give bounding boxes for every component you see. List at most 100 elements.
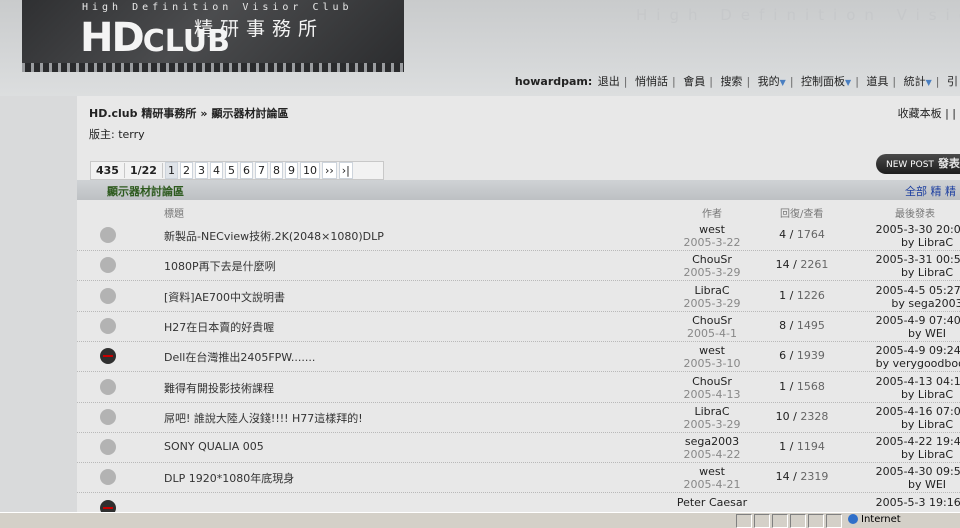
breadcrumb-forum[interactable]: 顯示器材討論區 [211, 107, 288, 120]
nav-control-panel-label: 控制面板 [801, 75, 846, 88]
last-post[interactable]: 2005-3-31 00:5:59by LibraC [872, 253, 960, 279]
author-name[interactable]: Peter Caesar [667, 496, 757, 509]
page-link[interactable]: 8 [269, 162, 283, 179]
thread-title-link[interactable]: [資料]AE700中文說明書 [164, 289, 285, 305]
thread-title-link[interactable]: DLP 1920*1080年底現身 [164, 470, 294, 486]
thread-title-link[interactable]: SONY QUALIA 005 [164, 440, 264, 453]
favorite-forum-link[interactable]: 收藏本板 | | [898, 105, 956, 121]
page-link[interactable]: 1 [164, 162, 178, 179]
last-post-time: 2005-4-16 07:0:08 [875, 405, 960, 418]
forum-title-bar: 顯示器材討論區 全部 精 精 [77, 180, 960, 200]
site-header: High Definition Visior Club HDCLUB 精研事務所… [0, 0, 960, 96]
page-link[interactable]: 10 [299, 162, 320, 179]
thread-status-icon [100, 227, 116, 243]
page-link[interactable]: 3 [194, 162, 208, 179]
table-row[interactable]: H27在日本賣的好貴喔 ChouSr 2005-4-1 8 / 1495 2005-4-… [77, 311, 960, 342]
thread-title-link[interactable]: Dell在台灣推出2405FPW....... [164, 349, 315, 365]
last-page-link[interactable]: ›| [338, 162, 353, 179]
reply-count: 1 [779, 289, 787, 302]
column-title: 標題 [164, 209, 184, 220]
thread-status-icon [100, 409, 116, 425]
thread-stats: 14 / 2261 [775, 258, 829, 271]
last-post[interactable]: 2005-4-5 05:27:27by sega2003 [872, 284, 960, 310]
post-date: 2005-4-13 [683, 388, 741, 401]
nav-search[interactable]: 搜索 [720, 75, 742, 88]
table-row[interactable]: 難得有開投影技術課程 ChouSr 2005-4-13 1 / 1568 2005-4-… [77, 372, 960, 403]
nav-separator: | [789, 75, 794, 88]
page-link[interactable]: 4 [209, 162, 223, 179]
page-link[interactable]: 7 [254, 162, 268, 179]
table-row[interactable]: 1080P再下去是什麼咧 ChouSr 2005-3-29 14 / 2261 2005… [77, 250, 960, 281]
last-post[interactable]: 2005-4-9 07:40:40by WEI [872, 314, 960, 340]
thread-title-link[interactable]: H27在日本賣的好貴喔 [164, 319, 274, 335]
moderator-info: 版主: terry [89, 128, 145, 141]
logo-hd-text: HD [80, 15, 145, 61]
nav-separator: | [623, 75, 628, 88]
author-name[interactable]: ChouSr [667, 253, 757, 266]
thread-title-link[interactable]: 1080P再下去是什麼咧 [164, 258, 276, 274]
nav-my[interactable]: 我的▼ [758, 75, 786, 88]
forum-title: 顯示器材討論區 [107, 185, 184, 198]
page-link[interactable]: 9 [284, 162, 298, 179]
author-name[interactable]: sega2003 [667, 435, 757, 448]
nav-separator: | [935, 75, 940, 88]
page-link[interactable]: 2 [179, 162, 193, 179]
table-row[interactable]: Dell在台灣推出2405FPW....... west 2005-3-10 6 / … [77, 341, 960, 372]
last-post[interactable]: 2005-4-9 09:24:24by verygoodboooo [872, 344, 960, 370]
author-name[interactable]: LibraC [667, 405, 757, 418]
new-post-en-label: NEW POST [886, 160, 934, 170]
reply-count: 1 [779, 440, 787, 453]
breadcrumb-home[interactable]: HD.club 精研事務所 [89, 107, 196, 120]
nav-control-panel[interactable]: 控制面板▼ [801, 75, 851, 88]
table-row[interactable]: [資料]AE700中文說明書 LibraC 2005-3-29 1 / 1226 200… [77, 281, 960, 312]
last-post[interactable]: 2005-4-22 19:4:44by LibraC [872, 435, 960, 461]
table-row[interactable]: 新製品-NECview技術.2K(2048×1080)DLP west 2005-3… [77, 220, 960, 251]
pagination: 435 1/22 1 2 3 4 5 6 7 8 9 10 ›› ›| [90, 161, 384, 180]
post-date: 2005-4-1 [687, 327, 737, 340]
new-post-button[interactable]: NEW POST發表表 [876, 154, 960, 174]
author-name[interactable]: LibraC [667, 284, 757, 297]
last-post[interactable]: 2005-3-30 20:0:02by LibraC [872, 223, 960, 249]
status-pane [790, 514, 806, 528]
nav-stats-label: 統計 [903, 75, 926, 88]
author-name[interactable]: west [667, 465, 757, 478]
nav-logout[interactable]: 退出 [598, 75, 620, 88]
nav-items[interactable]: 道具 [866, 75, 888, 88]
reply-count: 14 [775, 470, 790, 483]
page-link[interactable]: 6 [239, 162, 253, 179]
thread-status-icon [100, 288, 116, 304]
thread-filter-links[interactable]: 全部 精 精 [905, 183, 956, 199]
thread-author: ChouSr 2005-3-29 [667, 253, 757, 279]
nav-messages[interactable]: 悄悄話 [635, 75, 668, 88]
thread-status-icon [100, 257, 116, 273]
author-name[interactable]: west [667, 223, 757, 236]
username-link[interactable]: howardpam: [515, 75, 592, 88]
page-indicator: 1/22 [125, 163, 163, 178]
page-link[interactable]: 5 [224, 162, 238, 179]
last-post[interactable]: 2005-4-30 09:5:53by WEI [872, 465, 960, 491]
author-name[interactable]: west [667, 344, 757, 357]
last-post-time: 2005-3-30 20:0:02 [875, 223, 960, 236]
table-row[interactable]: SONY QUALIA 005 sega2003 2005-4-22 1 / 1194… [77, 432, 960, 463]
thread-title-link[interactable]: 屌吧! 誰說大陸人沒錢!!!! H77這樣拜的! [164, 410, 363, 426]
last-post[interactable]: 2005-4-13 04:1:18by LibraC [872, 375, 960, 401]
nav-members[interactable]: 會員 [683, 75, 705, 88]
thread-title-link[interactable]: 新製品-NECview技術.2K(2048×1080)DLP [164, 228, 384, 244]
view-count: 1226 [796, 289, 825, 302]
next-page-link[interactable]: ›› [321, 162, 337, 179]
reply-count: 14 [775, 258, 790, 271]
user-nav: howardpam: 退出 | 悄悄話 | 會員 | 搜索 | 我的▼ | 控制面板▼ | … [515, 73, 960, 89]
nav-more[interactable]: 引 [947, 75, 958, 88]
reply-count: 10 [775, 410, 790, 423]
post-date: 2005-4-21 [683, 478, 741, 491]
author-name[interactable]: ChouSr [667, 375, 757, 388]
table-row[interactable]: DLP 1920*1080年底現身 west 2005-4-21 14 / 2319 2… [77, 462, 960, 493]
film-strip-decoration [22, 63, 404, 72]
last-post[interactable]: 2005-4-16 07:0:08by LibraC [872, 405, 960, 431]
table-row[interactable]: 屌吧! 誰說大陸人沒錢!!!! H77這樣拜的! LibraC 2005-3-29 1… [77, 402, 960, 433]
author-name[interactable]: ChouSr [667, 314, 757, 327]
nav-stats[interactable]: 統計▼ [904, 75, 932, 88]
site-banner[interactable]: High Definition Visior Club HDCLUB 精研事務所 [22, 0, 404, 72]
last-post[interactable]: 2005-5-3 19:16:16 [872, 496, 960, 509]
thread-title-link[interactable]: 難得有開投影技術課程 [164, 380, 274, 396]
